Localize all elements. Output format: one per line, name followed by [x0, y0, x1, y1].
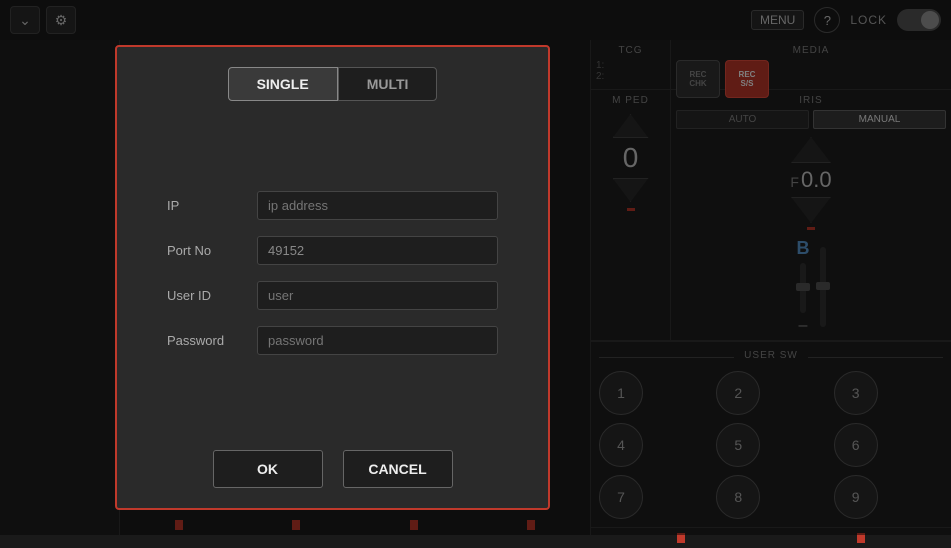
port-input[interactable]	[257, 236, 498, 265]
password-form-group: Password	[167, 326, 498, 355]
modal-overlay: SINGLE MULTI IP Port No User ID Password	[0, 0, 951, 535]
password-label: Password	[167, 333, 257, 348]
ip-label: IP	[167, 198, 257, 213]
userid-label: User ID	[167, 288, 257, 303]
password-input[interactable]	[257, 326, 498, 355]
modal-body: IP Port No User ID Password	[137, 121, 528, 440]
port-form-group: Port No	[167, 236, 498, 265]
modal-footer: OK CANCEL	[137, 440, 528, 488]
ip-input[interactable]	[257, 191, 498, 220]
tab-single[interactable]: SINGLE	[228, 67, 338, 101]
userid-form-group: User ID	[167, 281, 498, 310]
ok-button[interactable]: OK	[213, 450, 323, 488]
userid-input[interactable]	[257, 281, 498, 310]
ip-form-group: IP	[167, 191, 498, 220]
port-label: Port No	[167, 243, 257, 258]
modal-dialog: SINGLE MULTI IP Port No User ID Password	[115, 45, 550, 510]
tab-multi[interactable]: MULTI	[338, 67, 438, 101]
modal-tabs: SINGLE MULTI	[228, 67, 438, 101]
cancel-button[interactable]: CANCEL	[343, 450, 453, 488]
